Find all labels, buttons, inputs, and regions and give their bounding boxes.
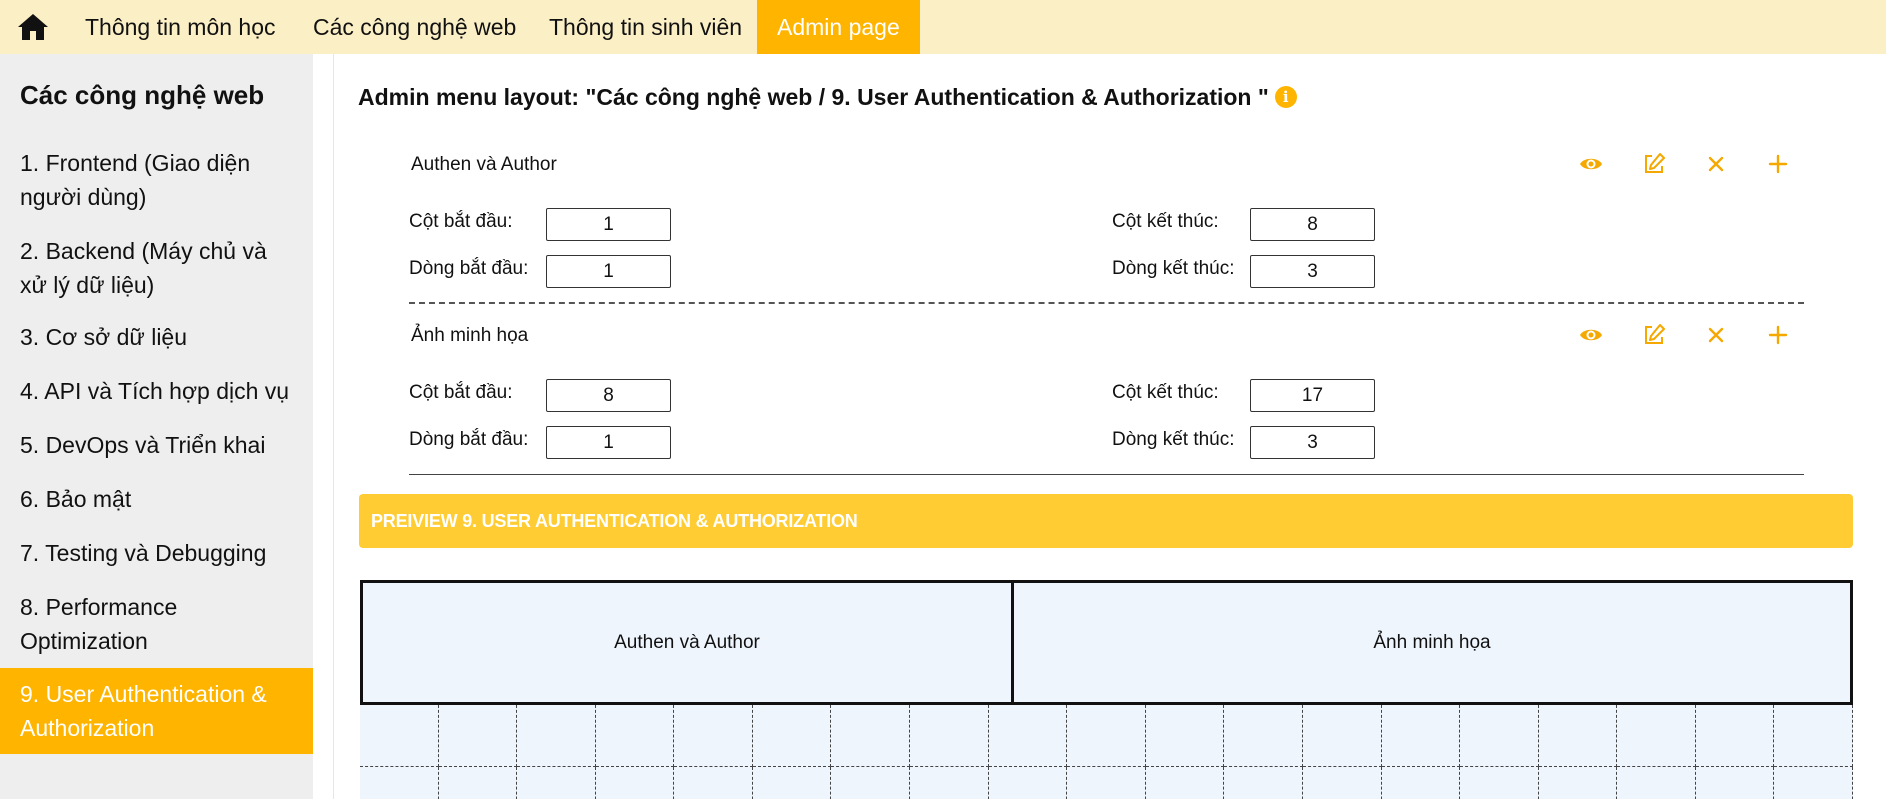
preview-header: PREIVIEW 9. USER AUTHENTICATION & AUTHOR…: [359, 494, 1853, 548]
sidebar-item-frontend[interactable]: 1. Frontend (Giao diện người dùng): [0, 146, 313, 214]
grid-cell: [674, 705, 753, 767]
col-end-input[interactable]: [1250, 379, 1375, 412]
info-icon[interactable]: i: [1274, 85, 1297, 108]
grid-cell: [439, 767, 518, 799]
preview-block-image: Ảnh minh họa: [1011, 580, 1853, 705]
plus-icon[interactable]: [1765, 322, 1791, 348]
col-end-label: Cột kết thúc:: [1112, 382, 1219, 403]
sidebar-item-performance[interactable]: 8. Performance Optimization: [0, 590, 313, 658]
preview-grid: Authen và Author Ảnh minh họa: [360, 580, 1853, 799]
grid-cell: [1460, 767, 1539, 799]
grid-cell: [517, 705, 596, 767]
content-divider: [333, 54, 334, 799]
sidebar-item-user-auth[interactable]: 9. User Authentication & Authorization: [0, 668, 313, 754]
grid-cell: [1145, 705, 1225, 767]
grid-cell: [1146, 767, 1225, 799]
grid-cell: [831, 705, 911, 767]
row-start-label: Dòng bắt đầu:: [409, 258, 529, 279]
grid-cell: [1224, 705, 1303, 767]
row-end-input[interactable]: [1250, 426, 1375, 459]
top-navbar: Thông tin môn học Các công nghệ web Thôn…: [0, 0, 1886, 54]
grid-cell: [1382, 767, 1461, 799]
sidebar-item-api[interactable]: 4. API và Tích hợp dịch vụ: [0, 374, 313, 408]
plus-icon[interactable]: [1765, 151, 1791, 177]
edit-icon[interactable]: [1641, 322, 1667, 348]
grid-cell: [1774, 767, 1853, 799]
col-start-label: Cột bắt đầu:: [409, 211, 513, 232]
sidebar-item-database[interactable]: 3. Cơ sở dữ liệu: [0, 320, 313, 354]
eye-icon[interactable]: [1578, 322, 1604, 348]
grid-cell: [1696, 767, 1775, 799]
block-name: Authen và Author: [411, 154, 557, 175]
row-start-input[interactable]: [546, 255, 671, 288]
preview-title: PREIVIEW 9. USER AUTHENTICATION & AUTHOR…: [371, 511, 858, 531]
grid-cell: [1303, 767, 1382, 799]
col-start-input[interactable]: [546, 208, 671, 241]
nav-tab-student-info[interactable]: Thông tin sinh viên: [529, 0, 762, 54]
col-end-input[interactable]: [1250, 208, 1375, 241]
grid-cell: [753, 767, 832, 799]
grid-cell: [1302, 705, 1382, 767]
grid-cell: [1224, 767, 1303, 799]
col-start-input[interactable]: [546, 379, 671, 412]
row-start-label: Dòng bắt đầu:: [409, 429, 529, 450]
grid-cell: [1538, 705, 1618, 767]
grid-cell: [1617, 767, 1696, 799]
close-icon[interactable]: [1703, 151, 1729, 177]
sidebar-item-backend[interactable]: 2. Backend (Máy chủ và xử lý dữ liệu): [0, 234, 313, 302]
grid-cell: [1460, 705, 1539, 767]
grid-cell: [1539, 767, 1618, 799]
grid-cell: [910, 705, 989, 767]
grid-cell: [596, 767, 675, 799]
grid-cell: [360, 767, 439, 799]
grid-cell: [1617, 705, 1696, 767]
grid-cell: [1381, 705, 1461, 767]
sidebar-item-devops[interactable]: 5. DevOps và Triển khai: [0, 428, 313, 462]
grid-cell: [674, 767, 753, 799]
sidebar-item-testing[interactable]: 7. Testing và Debugging: [0, 536, 313, 570]
col-start-label: Cột bắt đầu:: [409, 382, 513, 403]
col-end-label: Cột kết thúc:: [1112, 211, 1219, 232]
grid-cell: [910, 767, 989, 799]
grid-cell: [752, 705, 832, 767]
row-end-label: Dòng kết thúc:: [1112, 429, 1235, 450]
page-title: Admin menu layout: "Các công nghệ web / …: [358, 84, 1297, 111]
sidebar-item-security[interactable]: 6. Bảo mật: [0, 482, 313, 516]
grid-cell: [438, 705, 518, 767]
row-end-label: Dòng kết thúc:: [1112, 258, 1235, 279]
block-separator: [409, 302, 1804, 304]
page-title-text: Admin menu layout: "Các công nghệ web / …: [358, 84, 1269, 110]
grid-cell: [989, 767, 1068, 799]
close-icon[interactable]: [1703, 322, 1729, 348]
preview-block-authen: Authen và Author: [360, 580, 1014, 705]
edit-icon[interactable]: [1641, 151, 1667, 177]
block-name: Ảnh minh họa: [411, 325, 529, 346]
grid-cell: [1067, 705, 1146, 767]
nav-tab-web-tech[interactable]: Các công nghệ web: [293, 0, 536, 54]
grid-cell: [1695, 705, 1775, 767]
home-icon[interactable]: [16, 11, 50, 43]
grid-cell: [1067, 767, 1146, 799]
list-end-separator: [409, 474, 1804, 475]
grid-cell: [988, 705, 1068, 767]
eye-icon[interactable]: [1578, 151, 1604, 177]
nav-tab-course-info[interactable]: Thông tin môn học: [65, 0, 296, 54]
sidebar-title: Các công nghệ web: [20, 80, 265, 110]
grid-cell: [831, 767, 911, 799]
grid-cell: [1774, 705, 1853, 767]
row-start-input[interactable]: [546, 426, 671, 459]
grid-cell: [360, 705, 439, 767]
grid-cell: [517, 767, 596, 799]
grid-cell: [595, 705, 675, 767]
row-end-input[interactable]: [1250, 255, 1375, 288]
nav-tab-admin-page[interactable]: Admin page: [757, 0, 920, 54]
sidebar: Các công nghệ web 1. Frontend (Giao diện…: [0, 54, 313, 799]
